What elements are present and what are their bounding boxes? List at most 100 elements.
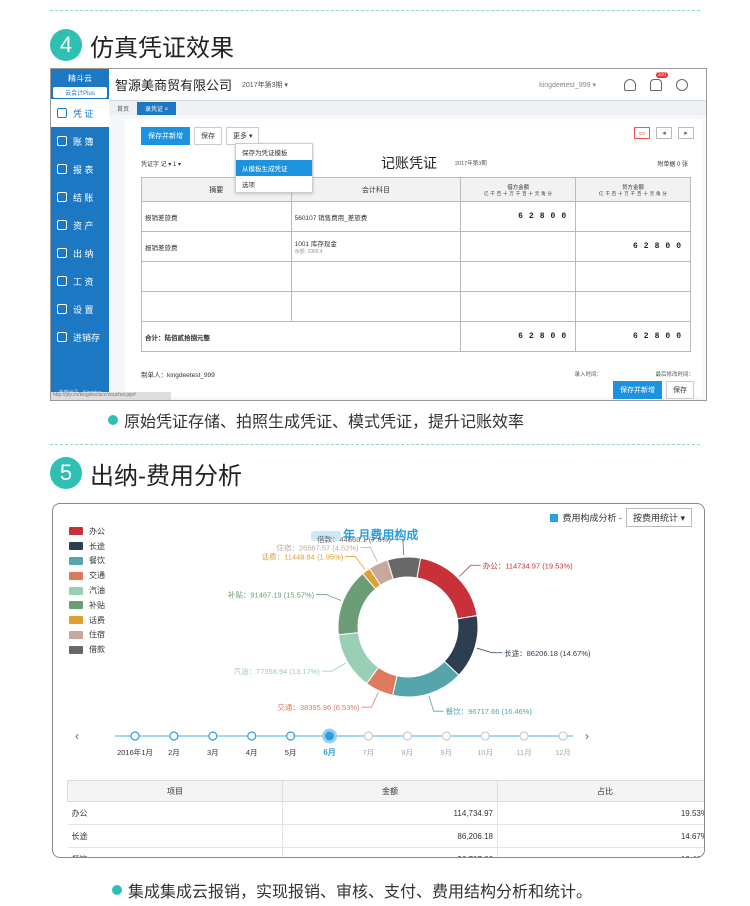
timeline-node[interactable] (130, 731, 140, 741)
timeline-node[interactable] (286, 731, 296, 741)
row-debit[interactable] (460, 261, 577, 292)
menu-item-save-template[interactable]: 保存为凭证模板 (236, 144, 312, 160)
timeline-node[interactable] (519, 731, 529, 741)
bottom-save-new-button[interactable]: 保存并新增 (613, 381, 662, 399)
row-account[interactable] (290, 261, 462, 292)
timeline-node[interactable] (558, 731, 568, 741)
voucher-row[interactable]: 报销差旅费 560107 销售费用_差旅费 62800 (141, 201, 691, 232)
app-logo: 精斗云 云会计Plus (51, 69, 109, 99)
row-debit[interactable] (460, 231, 577, 262)
timeline-prev-button[interactable]: ‹ (75, 729, 79, 743)
row-account[interactable] (290, 291, 462, 322)
timeline-node[interactable] (441, 731, 451, 741)
sidebar-item[interactable]: 账 簿 (51, 127, 109, 155)
row-credit[interactable]: 62800 (575, 231, 691, 262)
company-name[interactable]: 智源美商贸有限公司 (115, 75, 232, 94)
timeline-label[interactable]: 7月 (363, 748, 375, 757)
pie-label: 长途：86206.18 (14.67%) (504, 648, 591, 658)
next-voucher-button[interactable]: ▸ (678, 127, 694, 139)
sidebar-item[interactable]: 进销存 (51, 323, 109, 351)
bell-icon[interactable] (650, 79, 662, 91)
timeline-node[interactable] (322, 728, 338, 744)
timeline-label[interactable]: 8月 (402, 748, 414, 757)
timeline-node[interactable] (169, 731, 179, 741)
total-credit: 62800 (575, 321, 691, 352)
voucher-row[interactable] (141, 291, 691, 322)
sidebar-item[interactable]: 结 账 (51, 183, 109, 211)
period-select[interactable]: 2017年第3期 ▾ (242, 80, 288, 90)
table-row[interactable]: 餐饮96,717.6616.46% (67, 847, 704, 857)
row-credit[interactable] (575, 291, 691, 322)
attachment-count[interactable]: 附单据 0 张 (657, 159, 688, 168)
row-summary[interactable]: 报销差旅费 (141, 231, 292, 262)
timeline-label[interactable]: 12月 (555, 748, 571, 757)
pie-slice-2[interactable] (392, 660, 460, 698)
print-icon[interactable]: ▭ (634, 127, 650, 139)
timeline-label[interactable]: 3月 (207, 748, 219, 757)
tab-voucher-entry[interactable]: 录凭证 × (137, 102, 177, 115)
sidebar-item-label: 工 资 (73, 276, 94, 287)
user-menu[interactable]: kingdeetest_999 ▾ (539, 81, 596, 89)
caption-text: 原始凭证存储、拍照生成凭证、模式凭证，提升记账效率 (124, 414, 525, 431)
cell-ratio: 19.53% (497, 801, 704, 825)
timeline-node[interactable] (402, 731, 412, 741)
voucher-row[interactable] (141, 261, 691, 292)
timeline-label[interactable]: 4月 (246, 748, 258, 757)
row-account[interactable]: 1001 库存现金 余额: 2985.4 (290, 231, 462, 262)
timeline-label[interactable]: 11月 (516, 748, 531, 757)
tab-home[interactable]: 首页 (109, 102, 137, 115)
row-account[interactable]: 560107 销售费用_差旅费 (290, 201, 462, 232)
row-summary[interactable] (141, 291, 292, 322)
cell-amount: 96,717.66 (282, 847, 498, 857)
col-account: 会计科目 (290, 177, 462, 202)
row-summary[interactable]: 报销差旅费 (141, 201, 292, 232)
save-new-button[interactable]: 保存并新增 (141, 127, 190, 145)
timeline-label[interactable]: 9月 (440, 748, 452, 757)
sidebar-item[interactable]: 设 置 (51, 295, 109, 323)
pie-leader-line (392, 538, 405, 556)
row-debit[interactable]: 62800 (460, 201, 577, 232)
sidebar-item[interactable]: 报 表 (51, 155, 109, 183)
timeline-label[interactable]: 2016年1月 (117, 747, 153, 757)
pie-label: 话费：11448.84 (1.95%) (262, 552, 344, 562)
row-credit[interactable] (575, 201, 691, 232)
help-icon[interactable] (676, 79, 688, 91)
sidebar-item-label: 设 置 (73, 304, 94, 315)
timeline-node[interactable] (247, 731, 257, 741)
pie-slice-8[interactable] (386, 556, 422, 580)
sidebar-item[interactable]: 资 产 (51, 211, 109, 239)
total-label: 合计：陆佰贰拾捌元整 (140, 321, 462, 352)
sidebar-item[interactable]: 凭 证 (51, 99, 109, 127)
row-summary[interactable] (141, 261, 292, 292)
maker-label: 制单人：kingdeetest_999 (141, 372, 215, 379)
voucher-row[interactable]: 报销差旅费 1001 库存现金 余额: 2985.4 62800 (141, 231, 691, 262)
timeline-label[interactable]: 6月 (323, 748, 335, 757)
sidebar-item[interactable]: 出 纳 (51, 239, 109, 267)
timeline-node[interactable] (208, 731, 218, 741)
row-credit[interactable] (575, 261, 691, 292)
timeline-label[interactable]: 10月 (477, 748, 493, 757)
sidebar-item[interactable]: 工 资 (51, 267, 109, 295)
timeline-label[interactable]: 2月 (168, 748, 180, 757)
menu-item-options[interactable]: 选项 (236, 176, 312, 192)
timeline-next-button[interactable]: › (585, 729, 589, 743)
section-5-caption: 集成集成云报销，实现报销、审核、支付、费用结构分析和统计。 (112, 878, 592, 902)
table-row[interactable]: 长途86,206.1814.67% (67, 824, 704, 848)
menu-item-from-template[interactable]: 从模板生成凭证 (236, 160, 312, 176)
headset-icon[interactable] (624, 79, 636, 91)
timeline-node[interactable] (363, 731, 374, 741)
row-debit[interactable] (460, 291, 577, 322)
timeline-node[interactable] (480, 731, 490, 741)
voucher-word-select[interactable]: 凭证字 记 ▾ 1 ▾ (141, 159, 181, 168)
prev-voucher-button[interactable]: ◂ (656, 127, 672, 139)
save-button[interactable]: 保存 (194, 127, 222, 145)
table-row[interactable]: 办公114,734.9719.53% (67, 801, 704, 825)
timeline-label[interactable]: 5月 (285, 748, 297, 757)
middle-divider (50, 444, 700, 445)
pie-slice-4[interactable] (337, 632, 380, 685)
bottom-save-button[interactable]: 保存 (666, 381, 694, 399)
pie-leader-line (361, 692, 379, 708)
sidebar-item-label: 报 表 (73, 164, 94, 175)
menu-icon (57, 248, 67, 258)
pie-slice-0[interactable] (416, 557, 478, 620)
